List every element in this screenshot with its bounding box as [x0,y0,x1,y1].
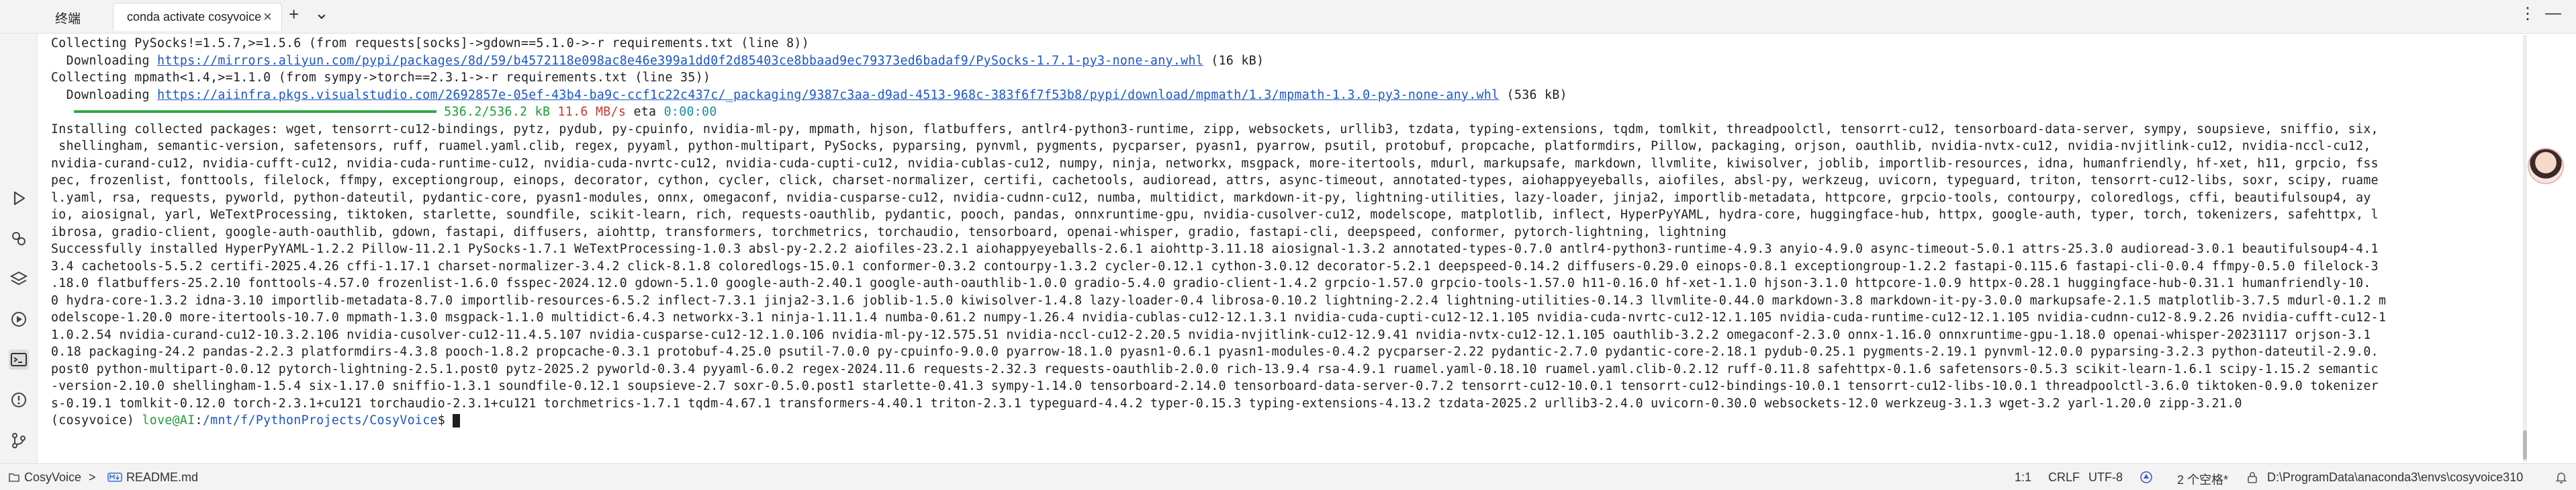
terminal-line: nvidia-curand-cu12, nvidia-cufft-cu12, n… [51,156,2379,171]
prompt-path: /mnt/f/PythonProjects/CosyVoice [202,413,438,427]
terminal-text: Downloading [51,87,158,102]
progress-eta: 0:00:00 [663,105,717,119]
terminal-line: pec, frozenlist, fonttools, filelock, ff… [51,173,2379,188]
terminal-line: 1.0.2.54 nvidia-curand-cu12-10.3.2.106 n… [51,327,2371,342]
terminal-line: odelscope-1.20.0 more-itertools-10.7.0 m… [51,311,2387,325]
terminal-line: shellingham, semantic-version, safetenso… [51,139,2371,153]
terminal-text: Downloading [51,53,158,68]
lock-icon[interactable] [2246,471,2259,484]
minimize-icon[interactable]: — [2545,4,2561,23]
terminal-line: Collecting mpmath<1.4,>=1.1.0 (from symp… [51,71,711,85]
terminal-output[interactable]: Collecting PySocks!=1.5.7,>=1.5.6 (from … [51,34,2533,464]
terminal-line: -version-2.10.0 shellingham-1.5.4 six-1.… [51,379,2379,393]
project-folder-icon [9,473,19,482]
terminal-line: Successfully installed HyperPyYAML-1.2.2… [51,242,2379,256]
run-icon[interactable] [9,188,29,208]
new-tab-plus-icon[interactable]: + [289,4,299,25]
file-encoding[interactable]: UTF-8 [2088,471,2123,485]
terminal-icon[interactable] [9,350,29,370]
terminal-text: (536 kB) [1499,87,1567,102]
services-icon[interactable] [9,309,29,329]
prompt-user: love@AI [142,413,195,427]
markdown-file-icon [107,473,122,482]
assistant-avatar[interactable] [2528,148,2564,184]
terminal-line: l.yaml, rsa, requests, pyworld, python-d… [51,190,2371,205]
terminal-scrollbar-track[interactable] [2523,35,2527,462]
terminal-line: Installing collected packages: wget, ten… [51,122,2379,136]
progress-eta-label: eta [633,105,657,119]
python-interpreter[interactable]: D:\ProgramData\anaconda3\envs\cosyvoice3… [2267,471,2523,485]
prompt-env: (cosyvoice) [51,413,142,427]
terminal-tab-bar: 终端 conda activate cosyvoice × + ⌄ ⋮ — [0,0,2576,34]
terminal-line: post0 python-multipart-0.0.12 pytorch-li… [51,362,2379,376]
progress-line: 536.2/536.2 kB 11.6 MB/s eta 0:00:00 [51,104,2533,121]
breadcrumb-file[interactable]: README.md [126,471,198,485]
indent-setting[interactable]: 2 个空格* [2177,471,2228,488]
breadcrumb-project[interactable]: CosyVoice [24,471,81,485]
layers-icon[interactable] [9,269,29,289]
notifications-bell-icon[interactable] [2555,471,2568,484]
progress-speed: 11.6 MB/s [557,105,627,119]
terminal-line: 0.18 packaging-24.2 pandas-2.2.3 platfor… [51,345,2379,359]
line-ending[interactable]: CRLF [2048,471,2080,485]
terminal-line: 3.4 cachetools-5.5.2 certifi-2025.4.26 c… [51,259,2379,274]
more-options-icon[interactable]: ⋮ [2520,4,2536,24]
caret-position[interactable]: 1:1 [2015,471,2031,485]
terminal-scrollbar-thumb[interactable] [2523,430,2527,460]
tab-conda-activate-cosyvoice[interactable]: conda activate cosyvoice × [113,3,282,31]
terminal-text: (16 kB) [1203,53,1264,68]
terminal-line: .18.0 flatbuffers-25.2.10 fonttools-4.57… [51,276,2371,290]
breadcrumb-separator: > [89,471,96,484]
code-style-icon[interactable] [2140,471,2153,484]
tool-window-title: 终端 [55,12,81,26]
chevron-down-icon[interactable]: ⌄ [314,3,329,24]
terminal-line: Downloading https://aiinfra.pkgs.visuals… [51,87,2533,104]
download-progress-bar [73,110,436,113]
close-icon[interactable]: × [263,8,272,26]
download-link[interactable]: https://aiinfra.pkgs.visualstudio.com/26… [157,88,1499,102]
terminal-line: io, aiosignal, yarl, WeTextProcessing, t… [51,208,2379,222]
prompt-symbol: $ [437,413,453,427]
plugins-icon[interactable] [9,229,29,249]
git-branch-icon[interactable] [9,430,29,450]
tab-label: conda activate cosyvoice [127,10,262,24]
terminal-cursor [453,414,461,427]
prompt-separator: : [195,413,203,427]
shell-prompt[interactable]: (cosyvoice) love@AI:/mnt/f/PythonProject… [51,412,2533,430]
terminal-line: s-0.19.1 tomlkit-0.12.0 torch-2.3.1+cu12… [51,396,2242,411]
terminal-line: Downloading https://mirrors.aliyun.com/p… [51,52,2533,70]
terminal-line: Collecting PySocks!=1.5.7,>=1.5.6 (from … [51,36,809,50]
progress-size: 536.2/536.2 kB [444,105,551,119]
download-link[interactable]: https://mirrors.aliyun.com/pypi/packages… [157,54,1203,68]
problems-icon[interactable] [9,390,29,410]
status-bar: CosyVoice > README.md 1:1 CRLF UTF-8 2 个… [0,463,2576,490]
terminal-line: 0 hydra-core-1.3.2 idna-3.10 importlib-m… [51,293,2387,308]
left-tool-strip [0,34,38,463]
terminal-line: ibrosa, gradio-client, google-auth-oauth… [51,224,1727,239]
